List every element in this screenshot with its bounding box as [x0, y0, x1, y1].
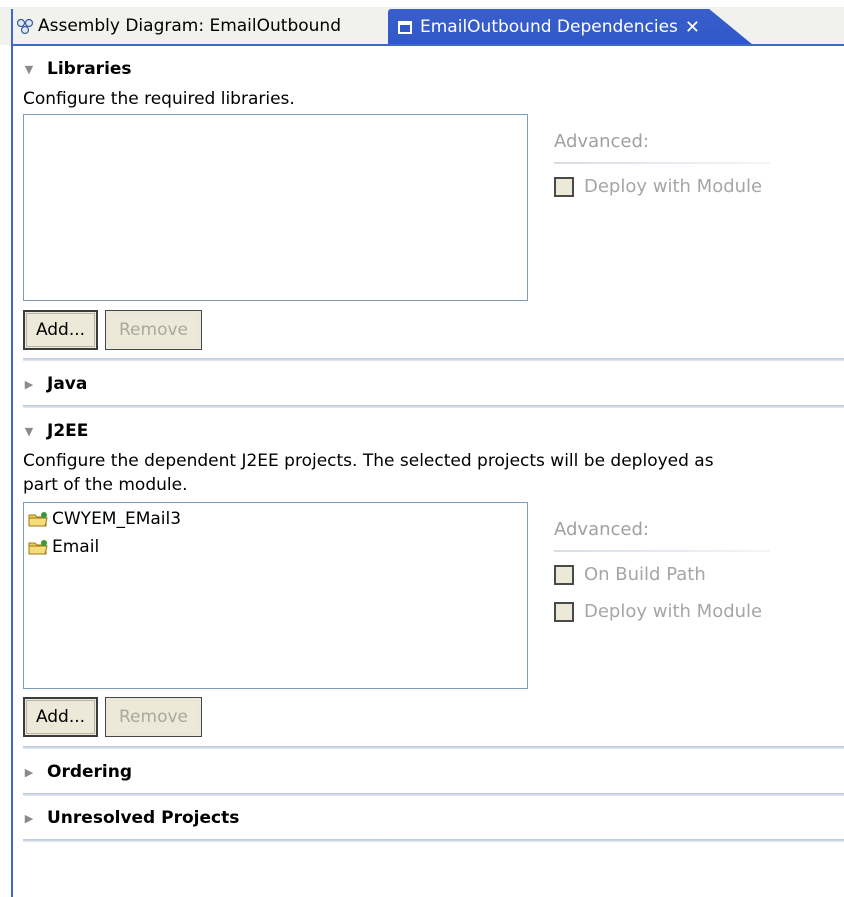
- j2ee-on-build-path-checkbox[interactable]: On Build Path: [554, 564, 706, 585]
- section-separator: [23, 358, 844, 361]
- libraries-deploy-with-module-checkbox[interactable]: Deploy with Module: [554, 176, 762, 197]
- j2ee-remove-button[interactable]: Remove: [105, 697, 202, 737]
- section-java-header[interactable]: ▶ Java: [23, 374, 88, 394]
- checkbox-label: Deploy with Module: [584, 601, 763, 622]
- editor-window-icon: [398, 20, 412, 34]
- section-libraries-header[interactable]: ▼ Libraries: [23, 59, 132, 79]
- libraries-remove-button[interactable]: Remove: [105, 310, 202, 350]
- project-name: CWYEM_EMail3: [52, 509, 182, 529]
- collapsed-chevron-icon[interactable]: ▶: [23, 766, 35, 779]
- advanced-divider: [554, 162, 770, 164]
- section-separator: [23, 405, 844, 408]
- section-title: Java: [47, 374, 88, 394]
- libraries-description: Configure the required libraries.: [23, 89, 295, 109]
- tab-dependencies[interactable]: EmailOutbound Dependencies ✕: [388, 9, 753, 45]
- project-folder-icon: [28, 512, 48, 527]
- checkbox-label: On Build Path: [584, 564, 706, 585]
- checkbox-label: Deploy with Module: [584, 176, 763, 197]
- section-separator: [23, 793, 844, 796]
- expanded-chevron-icon[interactable]: ▼: [23, 63, 35, 76]
- section-ordering-header[interactable]: ▶ Ordering: [23, 762, 132, 782]
- collapsed-chevron-icon[interactable]: ▶: [23, 378, 35, 391]
- add-button-label: Add...: [26, 313, 95, 347]
- j2ee-deploy-with-module-checkbox[interactable]: Deploy with Module: [554, 601, 762, 622]
- close-icon[interactable]: ✕: [685, 17, 700, 38]
- section-title: Ordering: [47, 762, 133, 782]
- checkbox-box[interactable]: [554, 176, 574, 197]
- collapsed-chevron-icon[interactable]: ▶: [23, 812, 35, 825]
- project-name: Email: [52, 537, 100, 557]
- list-item[interactable]: Email: [28, 537, 99, 557]
- tab-label: Assembly Diagram: EmailOutbound: [38, 16, 341, 36]
- list-item[interactable]: CWYEM_EMail3: [28, 509, 181, 529]
- advanced-divider: [554, 550, 770, 552]
- libraries-list[interactable]: [23, 114, 528, 301]
- section-separator: [23, 746, 844, 749]
- editor-tab-bar: Assembly Diagram: EmailOutbound EmailOut…: [0, 0, 844, 46]
- remove-button-label: Remove: [108, 700, 199, 734]
- j2ee-projects-list[interactable]: [23, 502, 528, 689]
- section-separator: [23, 839, 844, 842]
- section-j2ee-header[interactable]: ▼ J2EE: [23, 421, 89, 441]
- j2ee-advanced-label: Advanced:: [554, 519, 649, 540]
- libraries-advanced-label: Advanced:: [554, 131, 649, 152]
- section-title: Unresolved Projects: [47, 808, 240, 828]
- remove-button-label: Remove: [108, 313, 199, 347]
- tab-assembly-diagram[interactable]: Assembly Diagram: EmailOutbound: [11, 10, 387, 42]
- add-button-label: Add...: [26, 700, 95, 734]
- libraries-add-button[interactable]: Add...: [23, 310, 98, 350]
- editor-left-border: [11, 9, 13, 897]
- assembly-diagram-icon: [16, 18, 34, 35]
- project-folder-icon: [28, 540, 48, 555]
- checkbox-box[interactable]: [554, 601, 574, 622]
- section-title: Libraries: [47, 59, 132, 79]
- section-unresolved-projects-header[interactable]: ▶ Unresolved Projects: [23, 808, 240, 828]
- section-title: J2EE: [47, 421, 89, 441]
- expanded-chevron-icon[interactable]: ▼: [23, 425, 35, 438]
- j2ee-add-button[interactable]: Add...: [23, 697, 98, 737]
- j2ee-description-line-2: part of the module.: [23, 475, 188, 495]
- tab-underline: [11, 44, 844, 46]
- checkbox-box[interactable]: [554, 564, 574, 585]
- j2ee-description-line-1: Configure the dependent J2EE projects. T…: [23, 451, 714, 471]
- tab-label: EmailOutbound Dependencies: [420, 17, 678, 37]
